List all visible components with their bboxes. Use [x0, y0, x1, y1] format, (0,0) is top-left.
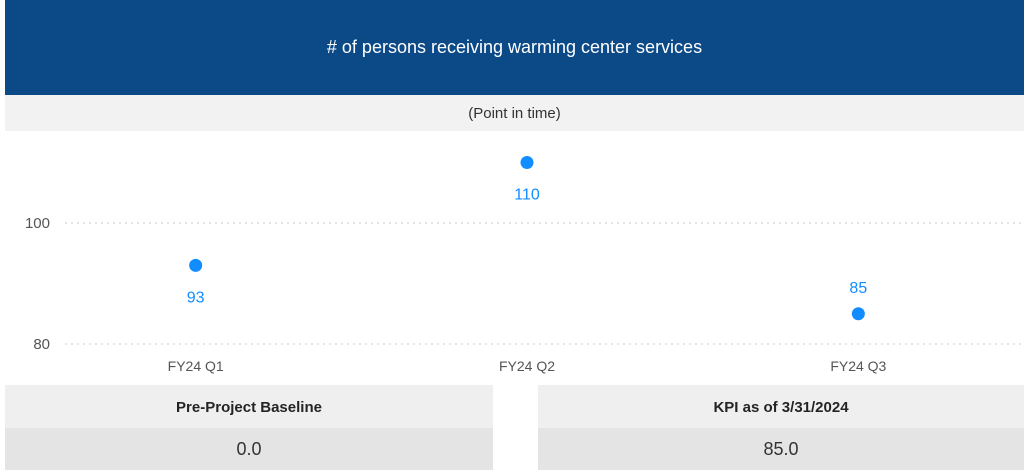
data-label: 93: [187, 289, 205, 306]
data-label: 85: [849, 280, 867, 297]
y-tick-label: 100: [25, 215, 50, 232]
x-tick-label: FY24 Q2: [499, 358, 555, 374]
scatter-chart: 80 100 FY24 Q1 FY24 Q2 FY24 Q3 93 110 85: [25, 156, 1024, 374]
kpi-card-value: 85.0: [538, 428, 1024, 470]
x-tick-label: FY24 Q3: [830, 358, 886, 374]
chart-subtitle: (Point in time): [5, 95, 1024, 131]
data-point: [851, 307, 865, 321]
kpi-card-label: KPI as of 3/31/2024: [538, 385, 1024, 429]
chart-title: # of persons receiving warming center se…: [5, 0, 1024, 95]
baseline-card-label: Pre-Project Baseline: [5, 385, 493, 429]
baseline-card-value: 0.0: [5, 428, 493, 470]
x-tick-label: FY24 Q1: [168, 358, 224, 374]
y-tick-label: 80: [33, 336, 50, 353]
data-point: [189, 258, 203, 272]
data-point: [520, 156, 534, 169]
data-label: 110: [514, 187, 540, 204]
